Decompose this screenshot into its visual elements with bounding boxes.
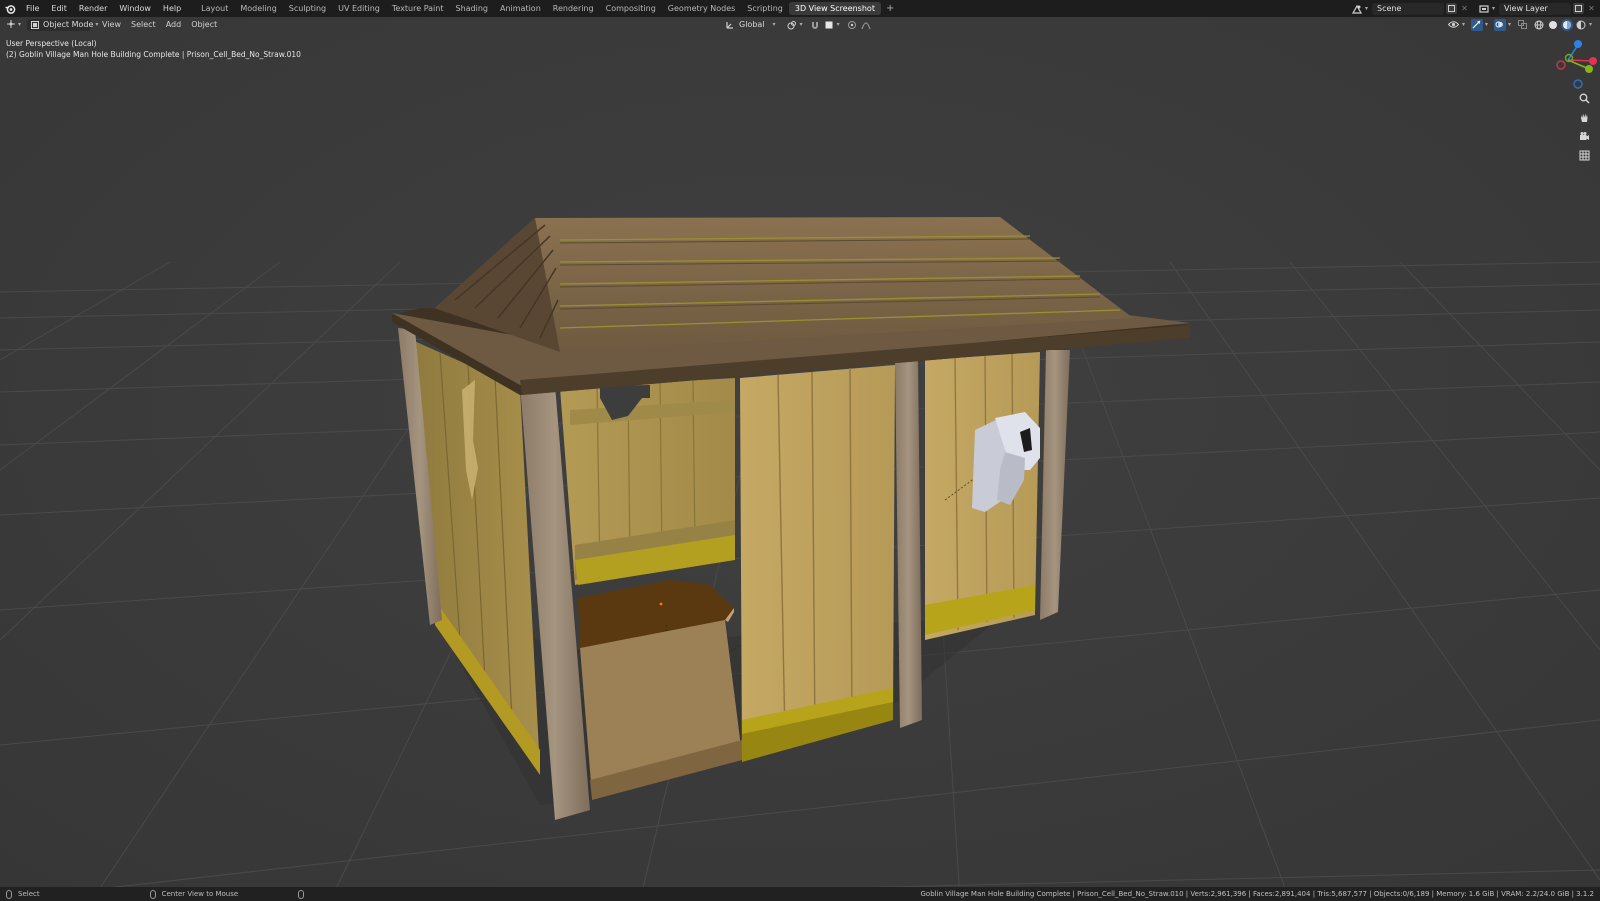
chevron-down-icon[interactable]: ▾ <box>1462 21 1465 28</box>
transform-orientation-icon <box>724 19 736 31</box>
visibility-eye-icon[interactable] <box>1448 19 1460 31</box>
scene-icon[interactable] <box>1351 3 1363 15</box>
status-right-mouse-hint <box>298 889 310 899</box>
pivot-icon[interactable] <box>786 19 798 31</box>
tab-scripting[interactable]: Scripting <box>741 2 789 15</box>
tab-compositing[interactable]: Compositing <box>600 2 662 15</box>
menu-file[interactable]: File <box>20 4 45 13</box>
gizmo-toggle-icon[interactable] <box>1470 18 1483 31</box>
object-mode-icon <box>31 20 40 29</box>
chevron-down-icon[interactable]: ▾ <box>800 21 803 28</box>
status-center-view-label: Center View to Mouse <box>161 890 239 898</box>
blender-window: User Perspective (Local) (2) Goblin Vill… <box>0 0 1600 901</box>
camera-icon[interactable] <box>1576 128 1592 144</box>
tab-animation[interactable]: Animation <box>494 2 547 15</box>
viewport-header: ▾ Object Mode ▾ View Select Add Object G… <box>0 17 1600 32</box>
status-bar: Select Center View to Mouse Goblin Villa… <box>0 887 1600 901</box>
delete-scene-icon[interactable]: ✕ <box>1459 3 1470 14</box>
navigation-buttons <box>1576 90 1594 166</box>
viewport-scene <box>0 0 1600 901</box>
view-layer-name-field[interactable]: View Layer <box>1499 2 1571 15</box>
add-workspace-button[interactable]: + <box>881 3 899 14</box>
xray-toggle-icon[interactable] <box>1517 19 1529 31</box>
active-object-label: (2) Goblin Village Man Hole Building Com… <box>6 50 301 59</box>
scene-statistics: Goblin Village Man Hole Building Complet… <box>920 890 1595 898</box>
top-menu-bar: File Edit Render Window Help Layout Mode… <box>0 0 1600 17</box>
solid-shading-icon[interactable] <box>1547 19 1559 31</box>
zoom-icon[interactable] <box>1576 90 1592 106</box>
blender-logo-icon[interactable] <box>0 0 20 17</box>
material-shading-icon[interactable] <box>1560 18 1573 31</box>
tab-modeling[interactable]: Modeling <box>234 2 282 15</box>
pan-hand-icon[interactable] <box>1576 109 1592 125</box>
status-select-hint: Select <box>6 889 40 899</box>
tab-texture-paint[interactable]: Texture Paint <box>386 2 450 15</box>
tab-shading[interactable]: Shading <box>449 2 494 15</box>
mouse-left-icon <box>6 889 12 899</box>
chevron-down-icon[interactable]: ▾ <box>1485 21 1488 28</box>
chevron-down-icon[interactable]: ▾ <box>1508 21 1511 28</box>
chevron-down-icon[interactable]: ▾ <box>773 21 776 28</box>
new-view-layer-icon[interactable] <box>1573 3 1584 14</box>
mouse-right-icon <box>298 889 305 899</box>
snap-target-icon[interactable] <box>823 19 835 31</box>
mode-label: Object Mode <box>43 20 94 29</box>
falloff-curve-icon[interactable] <box>860 19 872 31</box>
3d-viewport[interactable]: User Perspective (Local) (2) Goblin Vill… <box>0 0 1600 901</box>
menu-edit[interactable]: Edit <box>45 4 73 13</box>
tab-3d-view-screenshot[interactable]: 3D View Screenshot <box>788 2 881 15</box>
grid-view-icon[interactable] <box>1576 147 1592 163</box>
menu-add[interactable]: Add <box>161 20 187 29</box>
tab-geometry-nodes[interactable]: Geometry Nodes <box>662 2 741 15</box>
chevron-down-icon: ▾ <box>18 21 22 28</box>
gizmo-z-axis[interactable] <box>1574 40 1582 48</box>
transform-tools: Global ▾ ▾ ▾ <box>722 18 872 31</box>
scene-name-field[interactable]: Scene <box>1371 2 1444 15</box>
perspective-label: User Perspective (Local) <box>6 39 97 48</box>
delete-view-layer-icon[interactable]: ✕ <box>1586 3 1597 14</box>
status-center-view-hint: Center View to Mouse <box>149 889 239 899</box>
workspace-tabs: Layout Modeling Sculpting UV Editing Tex… <box>195 0 899 17</box>
mouse-middle-icon <box>149 889 156 899</box>
view-layer-dropdown-arrow[interactable]: ▾ <box>1492 5 1495 12</box>
menu-view[interactable]: View <box>97 20 126 29</box>
chevron-down-icon[interactable]: ▾ <box>837 21 840 28</box>
tab-rendering[interactable]: Rendering <box>547 2 600 15</box>
wireframe-shading-icon[interactable] <box>1533 19 1545 31</box>
status-select-label: Select <box>18 890 40 898</box>
scene-dropdown-arrow[interactable]: ▾ <box>1365 5 1368 12</box>
mode-selector[interactable]: Object Mode ▾ <box>27 18 98 31</box>
editor-type-button[interactable]: ▾ <box>4 19 23 31</box>
scene-controls: ▾ Scene ✕ ▾ View Layer ✕ <box>1349 0 1600 17</box>
tab-sculpting[interactable]: Sculpting <box>283 2 332 15</box>
menu-object[interactable]: Object <box>186 20 222 29</box>
view-layer-icon[interactable] <box>1478 3 1490 15</box>
tab-layout[interactable]: Layout <box>195 2 234 15</box>
gizmo-y-axis[interactable] <box>1585 65 1593 73</box>
menu-select[interactable]: Select <box>126 20 161 29</box>
menu-render[interactable]: Render <box>73 4 113 13</box>
rendered-shading-icon[interactable] <box>1575 19 1587 31</box>
transform-orientation-select[interactable]: Global <box>739 20 765 29</box>
proportional-edit-icon[interactable] <box>846 19 858 31</box>
3d-viewport-icon <box>6 19 16 31</box>
snap-magnet-icon[interactable] <box>809 19 821 31</box>
menu-help[interactable]: Help <box>157 4 187 13</box>
gizmo-x-axis[interactable] <box>1589 57 1597 65</box>
menu-window[interactable]: Window <box>113 4 157 13</box>
navigation-gizmo[interactable] <box>1540 38 1598 92</box>
viewport-display-tools: ▾ ▾ ▾ ▾ <box>1446 18 1592 31</box>
tab-uv-editing[interactable]: UV Editing <box>332 2 386 15</box>
new-scene-icon[interactable] <box>1445 3 1457 14</box>
chevron-down-icon[interactable]: ▾ <box>1589 21 1592 28</box>
overlays-toggle-icon[interactable] <box>1493 18 1506 31</box>
